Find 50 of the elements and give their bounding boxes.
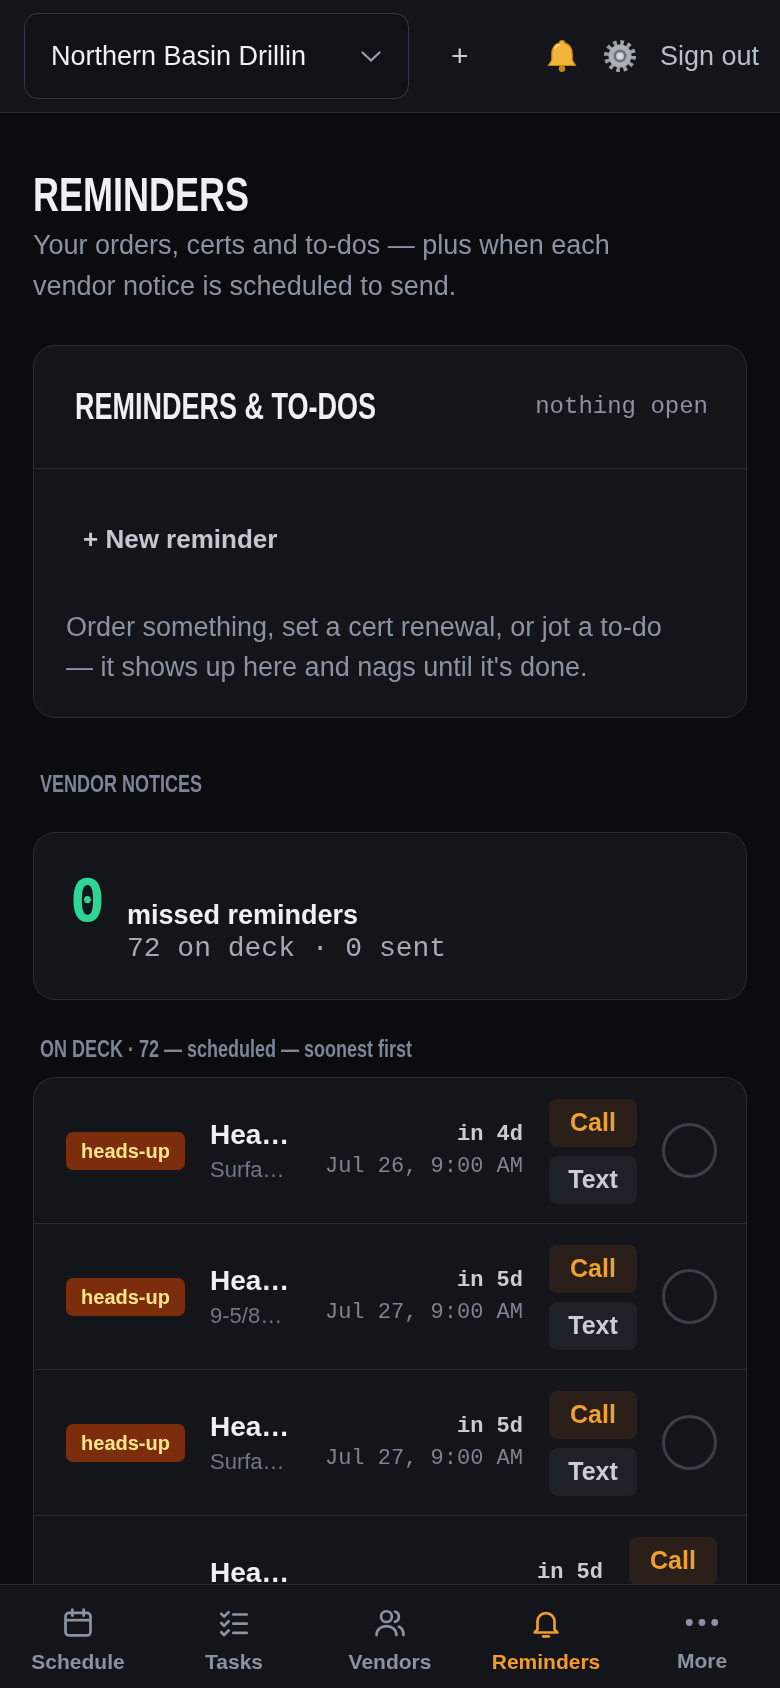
- call-button[interactable]: Call: [549, 1245, 637, 1293]
- due-date-text: Jul 27, 9:00 AM: [324, 1299, 523, 1327]
- text-button[interactable]: Text: [549, 1448, 637, 1496]
- chevron-down-icon: [361, 50, 381, 62]
- card-title: REMINDERS & TO-DOS: [75, 389, 377, 425]
- workspace-select[interactable]: Northern Basin Drillin: [24, 13, 409, 99]
- status-text: nothing open: [535, 392, 708, 422]
- missed-count: 0: [70, 872, 105, 930]
- due-date-text: Jul 27, 9:00 AM: [324, 1445, 523, 1473]
- due-in-text: in 5d: [537, 1559, 603, 1584]
- add-button[interactable]: +: [445, 34, 475, 78]
- category-badge: heads-up: [66, 1278, 185, 1316]
- nav-tab[interactable]: Tasks: [156, 1606, 312, 1688]
- nav-tab[interactable]: Reminders: [468, 1606, 624, 1688]
- nav-tab[interactable]: Schedule: [0, 1606, 156, 1688]
- reminder-title: Hea…: [210, 1264, 290, 1298]
- call-button[interactable]: Call: [549, 1099, 637, 1147]
- reminder-title: Hea…: [210, 1410, 290, 1444]
- calendar-icon: [61, 1606, 95, 1640]
- complete-checkbox[interactable]: [662, 1123, 717, 1178]
- empty-state-text: Order something, set a cert renewal, or jot a to-do — it shows up here and nags until it's done.: [66, 611, 663, 684]
- sign-out-button[interactable]: Sign out: [659, 35, 759, 77]
- notice-summary: 72 on deck · 0 sent: [126, 932, 447, 966]
- reminder-detail: Surfa…: [210, 1156, 285, 1184]
- text-button[interactable]: Text: [549, 1302, 637, 1350]
- due-in-text: in 4d: [457, 1121, 523, 1149]
- section-heading: VENDOR NOTICES: [40, 770, 202, 798]
- due-date-text: Jul 26, 9:00 AM: [324, 1153, 523, 1181]
- complete-checkbox[interactable]: [662, 1269, 717, 1324]
- due-in-text: in 5d: [457, 1413, 523, 1441]
- nav-tab[interactable]: Vendors: [312, 1606, 468, 1688]
- new-reminder-button[interactable]: + New reminder: [66, 515, 295, 563]
- complete-checkbox[interactable]: [662, 1415, 717, 1470]
- page-title: REMINDERS: [33, 171, 249, 219]
- call-button[interactable]: Call: [549, 1391, 637, 1439]
- reminder-title: Hea…: [210, 1118, 290, 1152]
- more-icon: [685, 1618, 719, 1627]
- category-badge: heads-up: [66, 1424, 185, 1462]
- call-button[interactable]: Call: [629, 1537, 717, 1584]
- settings-icon[interactable]: [601, 38, 638, 74]
- reminder-detail: 9-5/8…: [210, 1302, 283, 1330]
- nav-tab[interactable]: More: [624, 1606, 780, 1688]
- reminder-title: Hea…: [210, 1556, 290, 1584]
- due-in-text: in 5d: [457, 1267, 523, 1295]
- missed-label: missed reminders: [126, 899, 360, 932]
- text-button[interactable]: Text: [549, 1156, 637, 1204]
- page-subtitle: Your orders, certs and to-dos — plus when each vendor notice is scheduled to send.: [33, 229, 611, 303]
- category-badge: heads-up: [66, 1132, 185, 1170]
- reminder-detail: Surfa…: [210, 1448, 285, 1476]
- section-heading: ON DECK · 72 — scheduled — soonest first: [40, 1035, 413, 1063]
